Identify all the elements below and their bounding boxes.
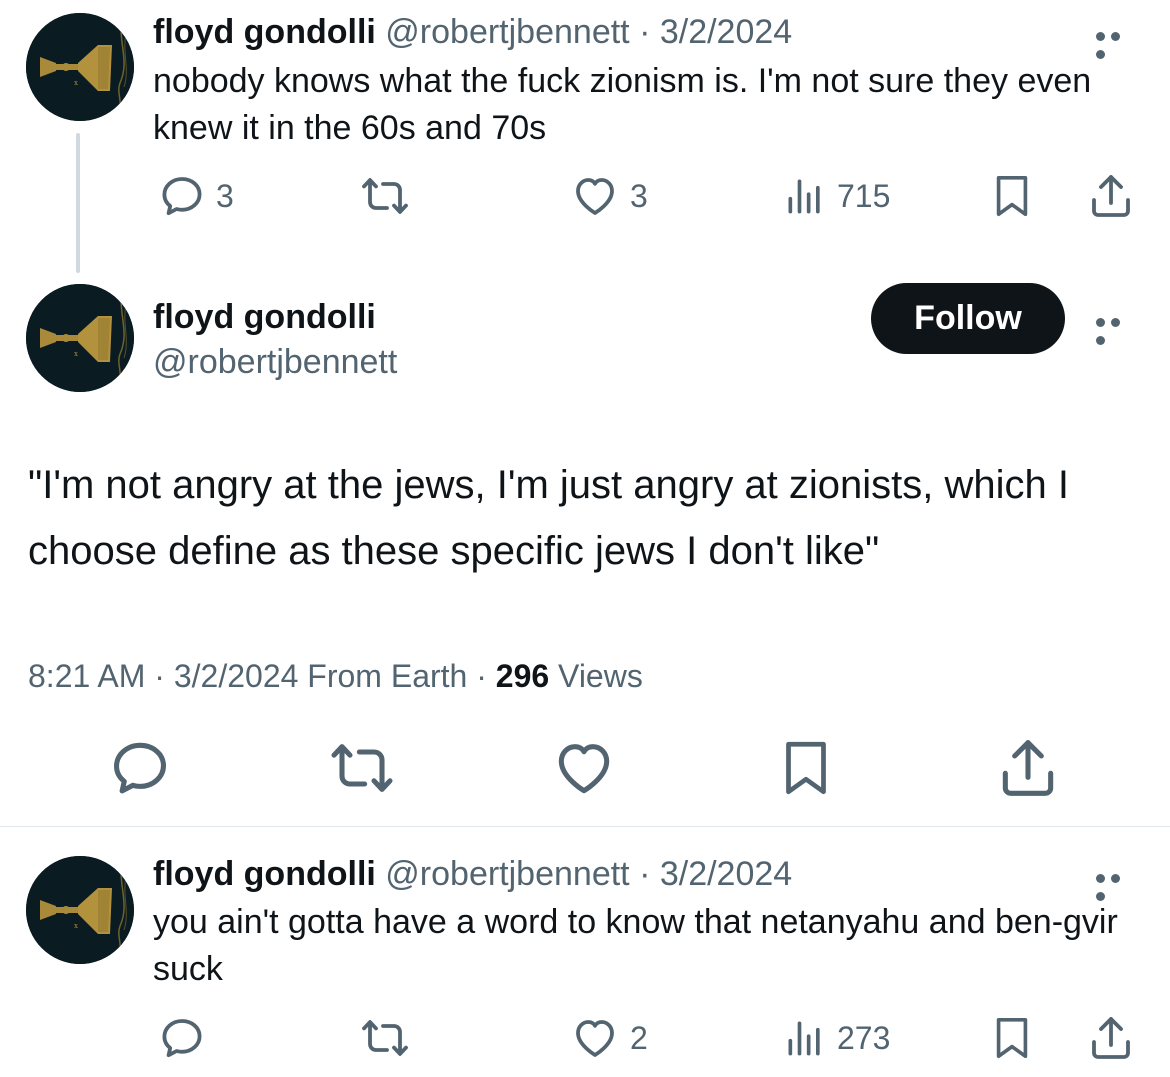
bookmark-icon bbox=[989, 1014, 1035, 1062]
heart-icon bbox=[552, 736, 616, 800]
main-tweet-text: "I'm not angry at the jews, I'm just ang… bbox=[28, 463, 1069, 573]
bookmark-button[interactable] bbox=[989, 1014, 1035, 1062]
reply-icon bbox=[108, 736, 172, 800]
avatar-image bbox=[26, 13, 134, 121]
bookmark-icon bbox=[989, 172, 1035, 220]
views-icon bbox=[783, 172, 827, 220]
tweet-text: you ain't gotta have a word to know that… bbox=[153, 903, 1118, 988]
retweet-icon bbox=[326, 736, 398, 800]
like-button[interactable]: 2 bbox=[570, 1014, 648, 1062]
avatar[interactable] bbox=[26, 13, 134, 121]
retweet-icon bbox=[357, 1014, 413, 1062]
avatar-image bbox=[26, 284, 134, 392]
avatar[interactable] bbox=[26, 856, 134, 964]
heart-icon bbox=[570, 172, 620, 220]
share-icon bbox=[1086, 1014, 1136, 1062]
views-count: 296 bbox=[495, 658, 550, 694]
thread-line bbox=[76, 133, 80, 273]
follow-button[interactable]: Follow bbox=[871, 283, 1065, 354]
share-button[interactable] bbox=[1086, 1014, 1136, 1062]
views-count: 715 bbox=[837, 177, 891, 214]
reply-button[interactable] bbox=[108, 736, 172, 800]
reply-icon bbox=[158, 1014, 206, 1062]
separator: · bbox=[145, 658, 174, 694]
separator: · bbox=[467, 658, 496, 694]
bookmark-button[interactable] bbox=[776, 736, 836, 800]
like-count: 2 bbox=[630, 1019, 648, 1056]
bookmark-button[interactable] bbox=[989, 172, 1035, 220]
views-button[interactable]: 715 bbox=[783, 172, 890, 220]
views-icon bbox=[783, 1014, 827, 1062]
bookmark-icon bbox=[776, 736, 836, 800]
share-icon bbox=[996, 736, 1060, 800]
tweet-date[interactable]: 3/2/2024 bbox=[174, 658, 299, 694]
views-count: 273 bbox=[837, 1019, 891, 1056]
like-button[interactable]: 3 bbox=[570, 172, 648, 220]
tweet-date[interactable]: 3/2/2024 bbox=[660, 855, 792, 893]
handle[interactable]: @robertjbennett bbox=[385, 855, 629, 893]
divider bbox=[0, 826, 1170, 827]
tweet-date[interactable]: 3/2/2024 bbox=[660, 13, 792, 51]
tweet-meta: 8:21 AM · 3/2/2024 From Earth · 296 View… bbox=[28, 658, 643, 695]
handle[interactable]: @robertjbennett bbox=[153, 342, 397, 382]
tweet-time[interactable]: 8:21 AM bbox=[28, 658, 145, 694]
retweet-icon bbox=[357, 172, 413, 220]
retweet-button[interactable] bbox=[326, 736, 398, 800]
share-button[interactable] bbox=[996, 736, 1060, 800]
retweet-button[interactable] bbox=[357, 1014, 413, 1062]
avatar[interactable] bbox=[26, 284, 134, 392]
tweet-text: nobody knows what the fuck zionism is. I… bbox=[153, 62, 1092, 147]
more-icon[interactable] bbox=[1096, 28, 1138, 59]
like-button[interactable] bbox=[552, 736, 616, 800]
separator: · bbox=[629, 13, 660, 51]
display-name[interactable]: floyd gondolli bbox=[153, 855, 376, 893]
separator: · bbox=[629, 855, 660, 893]
tweet-header: floyd gondolli @robertjbennett · 3/2/202… bbox=[153, 12, 792, 52]
display-name[interactable]: floyd gondolli bbox=[153, 297, 376, 337]
handle[interactable]: @robertjbennett bbox=[385, 13, 629, 51]
retweet-button[interactable] bbox=[357, 172, 413, 220]
views-button[interactable]: 273 bbox=[783, 1014, 890, 1062]
reply-button[interactable] bbox=[158, 1014, 206, 1062]
reply-count: 3 bbox=[216, 177, 234, 214]
more-icon[interactable] bbox=[1096, 870, 1138, 901]
display-name[interactable]: floyd gondolli bbox=[153, 13, 376, 51]
reply-icon bbox=[158, 172, 206, 220]
views-label: Views bbox=[558, 658, 643, 694]
share-icon bbox=[1086, 172, 1136, 220]
share-button[interactable] bbox=[1086, 172, 1136, 220]
display-name-text: floyd gondolli bbox=[153, 298, 376, 336]
tweet-source: From Earth bbox=[307, 658, 468, 694]
tweet-header: floyd gondolli @robertjbennett · 3/2/202… bbox=[153, 854, 792, 894]
heart-icon bbox=[570, 1014, 620, 1062]
reply-button[interactable]: 3 bbox=[158, 172, 234, 220]
more-icon[interactable] bbox=[1096, 314, 1138, 345]
avatar-image bbox=[26, 856, 134, 964]
like-count: 3 bbox=[630, 177, 648, 214]
